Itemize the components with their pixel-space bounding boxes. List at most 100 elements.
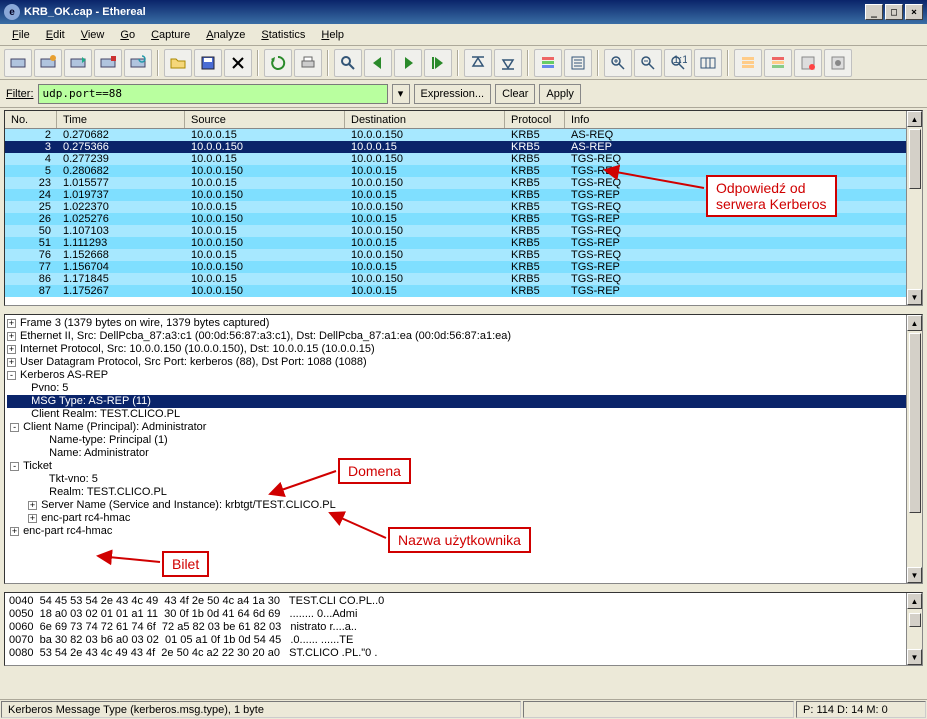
detail-tkt-vno[interactable]: Tkt-vno: 5 bbox=[7, 473, 920, 486]
col-destination[interactable]: Destination bbox=[345, 111, 505, 128]
detail-ip[interactable]: +Internet Protocol, Src: 10.0.0.150 (10.… bbox=[7, 343, 920, 356]
menu-view[interactable]: View bbox=[73, 27, 113, 43]
preferences-button[interactable] bbox=[824, 49, 852, 77]
coloring-rules-button[interactable] bbox=[794, 49, 822, 77]
scroll-down-icon[interactable]: ▼ bbox=[907, 649, 922, 665]
filter-input[interactable] bbox=[38, 84, 388, 104]
col-time[interactable]: Time bbox=[57, 111, 185, 128]
detail-kerberos[interactable]: -Kerberos AS-REP bbox=[7, 369, 920, 382]
packet-row[interactable]: 771.15670410.0.0.15010.0.0.15KRB5TGS-REP bbox=[5, 261, 922, 273]
zoom-out-button[interactable] bbox=[634, 49, 662, 77]
menu-statistics[interactable]: Statistics bbox=[253, 27, 313, 43]
detail-pvno[interactable]: Pvno: 5 bbox=[7, 382, 920, 395]
menu-go[interactable]: Go bbox=[112, 27, 143, 43]
stop-capture-button[interactable] bbox=[94, 49, 122, 77]
title-bar: e KRB_OK.cap - Ethereal _ □ × bbox=[0, 0, 927, 24]
detail-name-type[interactable]: Name-type: Principal (1) bbox=[7, 434, 920, 447]
print-button[interactable] bbox=[294, 49, 322, 77]
detail-msg-type[interactable]: MSG Type: AS-REP (11) bbox=[7, 395, 920, 408]
detail-client-realm[interactable]: Client Realm: TEST.CLICO.PL bbox=[7, 408, 920, 421]
apply-button[interactable]: Apply bbox=[539, 84, 581, 104]
find-button[interactable] bbox=[334, 49, 362, 77]
packet-row[interactable]: 30.27536610.0.0.15010.0.0.15KRB5AS-REP bbox=[5, 141, 922, 153]
col-protocol[interactable]: Protocol bbox=[505, 111, 565, 128]
toolbar: 1:1 bbox=[0, 46, 927, 80]
detail-client-name[interactable]: -Client Name (Principal): Administrator bbox=[7, 421, 920, 434]
colorize-button[interactable] bbox=[534, 49, 562, 77]
scroll-up-icon[interactable]: ▲ bbox=[907, 315, 922, 331]
packet-row[interactable]: 871.17526710.0.0.15010.0.0.15KRB5TGS-REP bbox=[5, 285, 922, 297]
reload-button[interactable] bbox=[264, 49, 292, 77]
close-file-button[interactable] bbox=[224, 49, 252, 77]
detail-realm[interactable]: Realm: TEST.CLICO.PL bbox=[7, 486, 920, 499]
expression-button[interactable]: Expression... bbox=[414, 84, 492, 104]
detail-server-name[interactable]: +Server Name (Service and Instance): krb… bbox=[7, 499, 920, 512]
svg-text:1:1: 1:1 bbox=[673, 54, 687, 66]
clear-button[interactable]: Clear bbox=[495, 84, 535, 104]
filter-label[interactable]: Filter: bbox=[6, 88, 34, 100]
go-to-button[interactable] bbox=[424, 49, 452, 77]
start-capture-button[interactable] bbox=[64, 49, 92, 77]
hex-scrollbar[interactable]: ▲ ▼ bbox=[906, 593, 922, 665]
go-last-button[interactable] bbox=[494, 49, 522, 77]
scroll-down-icon[interactable]: ▼ bbox=[907, 289, 922, 305]
options-button[interactable] bbox=[34, 49, 62, 77]
packet-row[interactable]: 501.10710310.0.0.1510.0.0.150KRB5TGS-REQ bbox=[5, 225, 922, 237]
annotation-domain: Domena bbox=[338, 458, 411, 484]
scroll-up-icon[interactable]: ▲ bbox=[907, 593, 922, 609]
scroll-down-icon[interactable]: ▼ bbox=[907, 567, 922, 583]
packet-list-header: No. Time Source Destination Protocol Inf… bbox=[5, 111, 922, 129]
zoom-in-button[interactable] bbox=[604, 49, 632, 77]
splitter-2[interactable] bbox=[4, 586, 923, 590]
hex-row[interactable]: 0040 54 45 53 54 2e 43 4c 49 43 4f 2e 50… bbox=[9, 595, 918, 608]
display-filters-button[interactable] bbox=[764, 49, 792, 77]
hex-row[interactable]: 0070 ba 30 82 03 b6 a0 03 02 01 05 a1 0f… bbox=[9, 634, 918, 647]
minimize-button[interactable]: _ bbox=[865, 4, 883, 20]
col-info[interactable]: Info bbox=[565, 111, 922, 128]
detail-udp[interactable]: +User Datagram Protocol, Src Port: kerbe… bbox=[7, 356, 920, 369]
packet-row[interactable]: 861.17184510.0.0.1510.0.0.150KRB5TGS-REQ bbox=[5, 273, 922, 285]
filter-dropdown-button[interactable]: ▾ bbox=[392, 84, 410, 104]
packet-row[interactable]: 40.27723910.0.0.1510.0.0.150KRB5TGS-REQ bbox=[5, 153, 922, 165]
resize-columns-button[interactable] bbox=[694, 49, 722, 77]
save-button[interactable] bbox=[194, 49, 222, 77]
menu-help[interactable]: Help bbox=[313, 27, 352, 43]
hex-row[interactable]: 0060 6e 69 73 74 72 61 74 6f 72 a5 82 03… bbox=[9, 621, 918, 634]
zoom-reset-button[interactable]: 1:1 bbox=[664, 49, 692, 77]
menu-capture[interactable]: Capture bbox=[143, 27, 198, 43]
detail-frame[interactable]: +Frame 3 (1379 bytes on wire, 1379 bytes… bbox=[7, 317, 920, 330]
packet-list-scrollbar[interactable]: ▲ ▼ bbox=[906, 111, 922, 305]
scroll-thumb[interactable] bbox=[909, 333, 921, 513]
detail-enc-1[interactable]: +enc-part rc4-hmac bbox=[7, 512, 920, 525]
packet-bytes-pane[interactable]: 0040 54 45 53 54 2e 43 4c 49 43 4f 2e 50… bbox=[4, 592, 923, 666]
scroll-up-icon[interactable]: ▲ bbox=[907, 111, 922, 127]
go-forward-button[interactable] bbox=[394, 49, 422, 77]
go-first-button[interactable] bbox=[464, 49, 492, 77]
open-button[interactable] bbox=[164, 49, 192, 77]
menu-file[interactable]: File bbox=[4, 27, 38, 43]
menu-analyze[interactable]: Analyze bbox=[198, 27, 253, 43]
splitter-1[interactable] bbox=[4, 308, 923, 312]
detail-name[interactable]: Name: Administrator bbox=[7, 447, 920, 460]
maximize-button[interactable]: □ bbox=[885, 4, 903, 20]
status-mid bbox=[523, 701, 794, 718]
interfaces-button[interactable] bbox=[4, 49, 32, 77]
details-scrollbar[interactable]: ▲ ▼ bbox=[906, 315, 922, 583]
scroll-thumb[interactable] bbox=[909, 129, 921, 189]
close-button[interactable]: × bbox=[905, 4, 923, 20]
col-no[interactable]: No. bbox=[5, 111, 57, 128]
detail-ethernet[interactable]: +Ethernet II, Src: DellPcba_87:a3:c1 (00… bbox=[7, 330, 920, 343]
capture-filters-button[interactable] bbox=[734, 49, 762, 77]
packet-row[interactable]: 761.15266810.0.0.1510.0.0.150KRB5TGS-REQ bbox=[5, 249, 922, 261]
col-source[interactable]: Source bbox=[185, 111, 345, 128]
restart-capture-button[interactable] bbox=[124, 49, 152, 77]
packet-row[interactable]: 20.27068210.0.0.1510.0.0.150KRB5AS-REQ bbox=[5, 129, 922, 141]
packet-row[interactable]: 511.11129310.0.0.15010.0.0.15KRB5TGS-REP bbox=[5, 237, 922, 249]
scroll-thumb[interactable] bbox=[909, 613, 921, 627]
auto-scroll-button[interactable] bbox=[564, 49, 592, 77]
detail-ticket[interactable]: -Ticket bbox=[7, 460, 920, 473]
go-back-button[interactable] bbox=[364, 49, 392, 77]
hex-row[interactable]: 0050 18 a0 03 02 01 01 a1 11 30 0f 1b 0d… bbox=[9, 608, 918, 621]
menu-edit[interactable]: Edit bbox=[38, 27, 73, 43]
hex-row[interactable]: 0080 53 54 2e 43 4c 49 43 4f 2e 50 4c a2… bbox=[9, 647, 918, 660]
